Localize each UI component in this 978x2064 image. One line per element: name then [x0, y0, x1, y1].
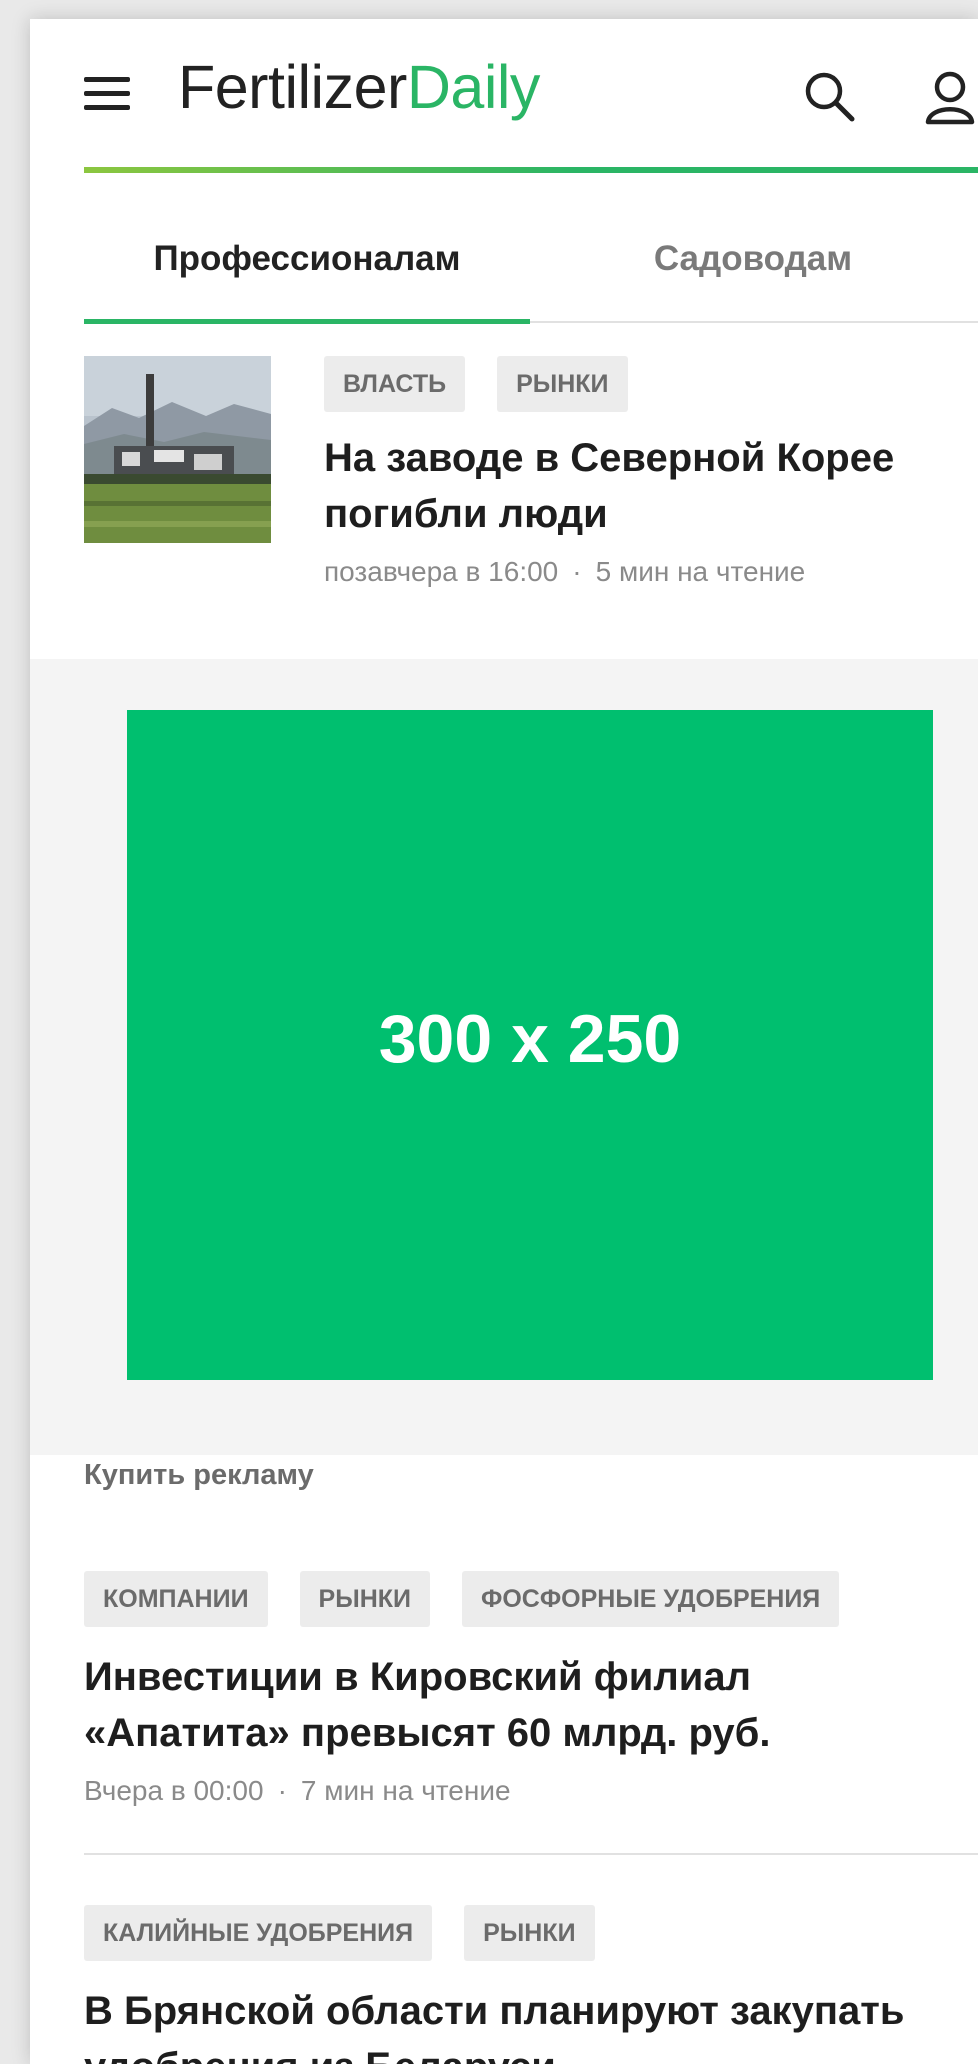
- active-tab-indicator: [84, 319, 530, 324]
- tab-professionals[interactable]: Профессионалам: [84, 209, 530, 319]
- tag-label[interactable]: ФОСФОРНЫЕ УДОБРЕНИЯ: [461, 1571, 840, 1627]
- article-tags: ВЛАСТЬ РЫНКИ: [324, 356, 978, 412]
- meta-separator: ·: [572, 556, 582, 587]
- tag-label[interactable]: КАЛИЙНЫЕ УДОБРЕНИЯ: [84, 1905, 433, 1961]
- article-read-time: 7 мин на чтение: [300, 1775, 511, 1806]
- article-item: ВЛАСТЬ РЫНКИ На заводе в Северной Корее …: [84, 356, 978, 606]
- buy-ad-link[interactable]: Купить рекламу: [84, 1459, 314, 1492]
- logo-text-daily: Daily: [406, 53, 541, 121]
- tag-label[interactable]: РЫНКИ: [497, 356, 628, 412]
- hamburger-menu-icon[interactable]: [84, 77, 130, 117]
- tab-gardeners[interactable]: Садоводам: [530, 209, 976, 319]
- article-item: КОМПАНИИ РЫНКИ ФОСФОРНЫЕ УДОБРЕНИЯ Инвес…: [84, 1571, 944, 1807]
- site-logo[interactable]: FertilizerDaily: [178, 57, 540, 118]
- article-tags: КОМПАНИИ РЫНКИ ФОСФОРНЫЕ УДОБРЕНИЯ: [84, 1571, 944, 1627]
- user-icon[interactable]: [922, 69, 978, 125]
- ad-size-label: 300 x 250: [378, 1001, 682, 1077]
- article-meta: Вчера в 00:00 · 7 мин на чтение: [84, 1775, 944, 1807]
- article-date: позавчера в 16:00: [324, 556, 559, 587]
- meta-separator: ·: [277, 1775, 287, 1806]
- ad-section: 300 x 250: [30, 659, 978, 1455]
- article-tags: КАЛИЙНЫЕ УДОБРЕНИЯ РЫНКИ: [84, 1905, 944, 1961]
- article-body: ВЛАСТЬ РЫНКИ На заводе в Северной Корее …: [324, 356, 978, 588]
- article-meta: позавчера в 16:00 · 5 мин на чтение: [324, 556, 978, 588]
- tag-label[interactable]: РЫНКИ: [464, 1905, 595, 1961]
- article-title[interactable]: Инвестиции в Кировский филиал «Апатита» …: [84, 1649, 944, 1761]
- article-title[interactable]: На заводе в Северной Корее погибли люди: [324, 430, 978, 542]
- article-thumbnail[interactable]: [84, 356, 271, 543]
- logo-text-fertilizer: Fertilizer: [178, 53, 407, 121]
- ad-banner[interactable]: 300 x 250: [127, 710, 933, 1380]
- tag-label[interactable]: КОМПАНИИ: [84, 1571, 268, 1627]
- tag-label[interactable]: ВЛАСТЬ: [324, 356, 466, 412]
- page-card: FertilizerDaily Профессионалам Садоводам: [30, 19, 978, 2064]
- article-title[interactable]: В Брянской области планируют закупать уд…: [84, 1983, 944, 2064]
- site-header: FertilizerDaily: [84, 19, 978, 173]
- audience-tabs: Профессионалам Садоводам: [84, 209, 978, 324]
- article-read-time: 5 мин на чтение: [595, 556, 806, 587]
- header-accent-line: [84, 167, 978, 173]
- tag-label[interactable]: РЫНКИ: [299, 1571, 430, 1627]
- article-item: КАЛИЙНЫЕ УДОБРЕНИЯ РЫНКИ В Брянской обла…: [84, 1905, 944, 2064]
- article-date: Вчера в 00:00: [84, 1775, 264, 1806]
- article-divider: [84, 1853, 978, 1855]
- search-icon[interactable]: [802, 69, 858, 125]
